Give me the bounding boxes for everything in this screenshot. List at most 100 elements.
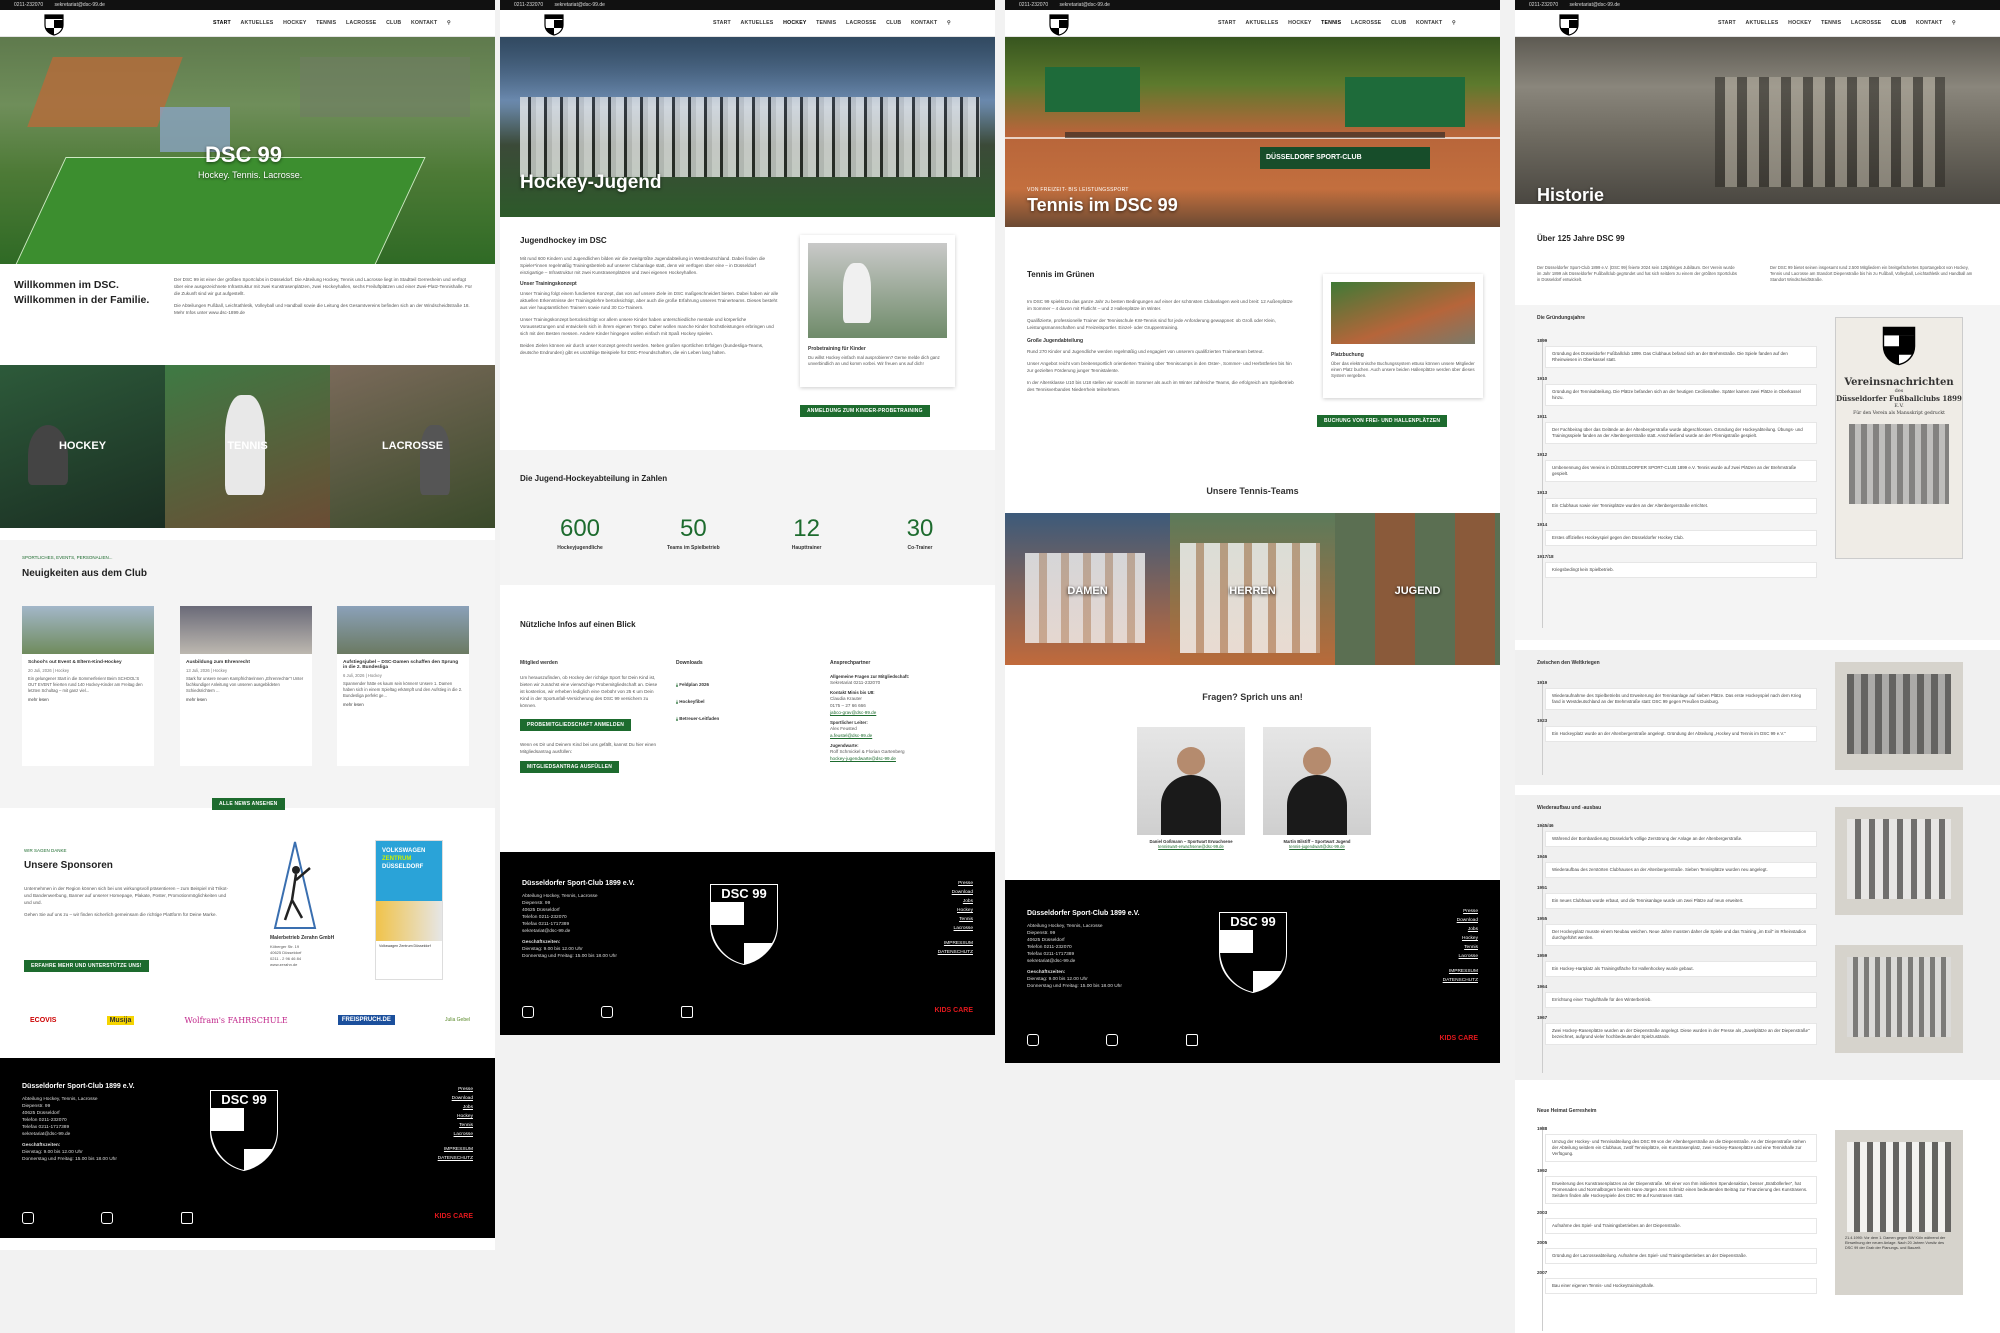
court-booking-button[interactable]: BUCHUNG VON FREI- UND HALLENPLÄTZEN — [1317, 415, 1448, 427]
footer-link-datenschutz[interactable]: DATENSCHUTZ — [1443, 976, 1478, 985]
footer-link-lacrosse[interactable]: Lacrosse — [1443, 952, 1478, 961]
menu-item-lacrosse[interactable]: LACROSSE — [1851, 20, 1881, 26]
news-card-more[interactable]: mehr lesen — [186, 697, 306, 702]
menu-item-lacrosse[interactable]: LACROSSE — [1351, 20, 1381, 26]
footer-line[interactable]: Telefax 0211-1717389 — [22, 1124, 135, 1131]
footer-link-lacrosse[interactable]: Lacrosse — [438, 1130, 473, 1139]
email-text[interactable]: sekretariat@dsc-99.de — [1060, 2, 1110, 8]
contact-line[interactable]: a.feustel@dsc-99.de — [830, 732, 970, 739]
phone-text[interactable]: 0211-232070 — [14, 2, 43, 8]
membership-form-button[interactable]: MITGLIEDSANTRAG AUSFÜLLEN — [520, 761, 620, 773]
phone-text[interactable]: 0211-232070 — [1529, 2, 1558, 8]
menu-item-hockey[interactable]: HOCKEY — [783, 20, 806, 26]
tile-hockey[interactable]: HOCKEY — [0, 365, 165, 528]
download-item[interactable]: ⤓ Hockeyfibel — [676, 699, 806, 704]
interwar-photo[interactable] — [1835, 662, 1963, 770]
footer-line[interactable]: Telefon 0211-232070 — [22, 1117, 135, 1124]
footer-link-datenschutz[interactable]: DATENSCHUTZ — [938, 948, 973, 957]
menu-item-start[interactable]: START — [1218, 20, 1236, 26]
menu-item-aktuelles[interactable]: AKTUELLES — [741, 20, 774, 26]
footer-link-tennis[interactable]: Tennis — [438, 1121, 473, 1130]
footer-line[interactable]: Telefon 0211-232070 — [1027, 944, 1140, 951]
footer-link-impressum[interactable]: IMPRESSUM — [1443, 967, 1478, 976]
news-card-title[interactable]: Ausbildung zum Ehrenrecht — [186, 660, 306, 665]
footer-link-impressum[interactable]: IMPRESSUM — [438, 1145, 473, 1154]
news-card-title[interactable]: Aufstiegsjubel – DSC-Damen schaffen den … — [343, 660, 463, 670]
news-card-title[interactable]: School's out Event & Eltern-Kind-Hockey — [28, 660, 148, 665]
menu-item-tennis[interactable]: TENNIS — [816, 20, 836, 26]
news-card-more[interactable]: mehr lesen — [28, 697, 148, 702]
menu-item-start[interactable]: START — [213, 20, 231, 26]
menu-item-tennis[interactable]: TENNIS — [1821, 20, 1841, 26]
footer-line[interactable]: sekretariat@dsc-99.de — [522, 928, 635, 935]
news-card[interactable]: School's out Event & Eltern-Kind-Hockey … — [22, 606, 154, 766]
menu-item-club[interactable]: CLUB — [1891, 20, 1906, 26]
email-text[interactable]: sekretariat@dsc-99.de — [55, 2, 105, 8]
instagram-icon[interactable] — [22, 1212, 34, 1224]
footer-line[interactable]: Telefax 0211-1717389 — [522, 921, 635, 928]
email-text[interactable]: sekretariat@dsc-99.de — [1570, 2, 1620, 8]
menu-item-tennis[interactable]: TENNIS — [316, 20, 336, 26]
rebuild-photo-1[interactable] — [1835, 807, 1963, 915]
footer-link-download[interactable]: Download — [938, 888, 973, 897]
menu-item-aktuelles[interactable]: AKTUELLES — [1746, 20, 1779, 26]
email-text[interactable]: sekretariat@dsc-99.de — [555, 2, 605, 8]
footer-line[interactable]: Telefax 0211-1717389 — [1027, 951, 1140, 958]
search-icon[interactable]: ⚲ — [447, 20, 451, 26]
rebuild-photo-2[interactable] — [1835, 945, 1963, 1053]
menu-item-club[interactable]: CLUB — [1391, 20, 1406, 26]
search-icon[interactable]: ⚲ — [1452, 20, 1456, 26]
contact-email[interactable]: tennis-jugendwart@dsc-99.de — [1263, 844, 1371, 849]
footer-link-datenschutz[interactable]: DATENSCHUTZ — [438, 1154, 473, 1163]
footer-link-hockey[interactable]: Hockey — [1443, 934, 1478, 943]
kids-care-logo[interactable]: KIDS CARE — [434, 1213, 473, 1220]
footer-link-hockey[interactable]: Hockey — [938, 906, 973, 915]
footer-link-jobs[interactable]: Jobs — [1443, 925, 1478, 934]
kids-care-logo[interactable]: KIDS CARE — [1439, 1035, 1478, 1042]
contact-line[interactable]: hockey-jugendwarte@dsc-99.de — [830, 755, 970, 762]
trial-signup-button[interactable]: ANMELDUNG ZUM KINDER-PROBETRAINING — [800, 405, 930, 417]
footer-link-lacrosse[interactable]: Lacrosse — [938, 924, 973, 933]
news-card-more[interactable]: mehr lesen — [343, 702, 463, 707]
phone-text[interactable]: 0211-232070 — [1019, 2, 1048, 8]
footer-link-hockey[interactable]: Hockey — [438, 1112, 473, 1121]
search-icon[interactable]: ⚲ — [947, 20, 951, 26]
footer-link-tennis[interactable]: Tennis — [938, 915, 973, 924]
sponsor-zerahn[interactable]: Malerbetrieb Zerahn GmbH Köberger Str. 1… — [270, 840, 340, 985]
menu-item-club[interactable]: CLUB — [886, 20, 901, 26]
footer-link-jobs[interactable]: Jobs — [938, 897, 973, 906]
youtube-icon[interactable] — [1186, 1034, 1198, 1046]
team-herren[interactable]: HERREN — [1170, 513, 1335, 665]
footer-link-presse[interactable]: Presse — [938, 879, 973, 888]
youtube-icon[interactable] — [681, 1006, 693, 1018]
footer-link-tennis[interactable]: Tennis — [1443, 943, 1478, 952]
youtube-icon[interactable] — [181, 1212, 193, 1224]
all-news-button[interactable]: ALLE NEWS ANSEHEN — [212, 798, 285, 810]
footer-link-download[interactable]: Download — [1443, 916, 1478, 925]
footer-link-impressum[interactable]: IMPRESSUM — [938, 939, 973, 948]
footer-line[interactable]: sekretariat@dsc-99.de — [22, 1131, 135, 1138]
footer-line[interactable]: sekretariat@dsc-99.de — [1027, 958, 1140, 965]
dsc-logo-icon[interactable] — [44, 14, 64, 36]
freispruch-logo[interactable]: FREISPRUCH.DE — [337, 1015, 395, 1025]
musija-logo[interactable]: Musija — [106, 1015, 135, 1025]
menu-item-tennis[interactable]: TENNIS — [1321, 20, 1341, 26]
menu-item-hockey[interactable]: HOCKEY — [1788, 20, 1811, 26]
footer-link-presse[interactable]: Presse — [1443, 907, 1478, 916]
instagram-icon[interactable] — [1027, 1034, 1039, 1046]
ecovis-logo[interactable]: ECOVIS — [30, 1017, 56, 1024]
facebook-icon[interactable] — [101, 1212, 113, 1224]
news-card[interactable]: Aufstiegsjubel – DSC-Damen schaffen den … — [337, 606, 469, 766]
footer-line[interactable]: Telefon 0211-232070 — [522, 914, 635, 921]
menu-item-start[interactable]: START — [1718, 20, 1736, 26]
menu-item-aktuelles[interactable]: AKTUELLES — [1246, 20, 1279, 26]
trial-membership-button[interactable]: PROBEMITGLIEDSCHAFT ANMELDEN — [520, 719, 632, 731]
dsc-logo-icon[interactable] — [544, 14, 564, 36]
contact-email[interactable]: tenniswart-erwachsene@dsc-99.de — [1137, 844, 1245, 849]
footer-link-jobs[interactable]: Jobs — [438, 1103, 473, 1112]
sponsor-vw-zentrum[interactable]: VOLKSWAGEN ZENTRUM DÜSSELDORF Volkswagen… — [375, 840, 443, 980]
menu-item-kontakt[interactable]: KONTAKT — [1416, 20, 1442, 26]
menu-item-hockey[interactable]: HOCKEY — [283, 20, 306, 26]
gerresheim-photo[interactable]: 21.4.1990: Vor dem 1. Damen gegen BW Köl… — [1835, 1130, 1963, 1295]
download-item[interactable]: ⤓ Betreuer-Leitfaden — [676, 716, 806, 721]
